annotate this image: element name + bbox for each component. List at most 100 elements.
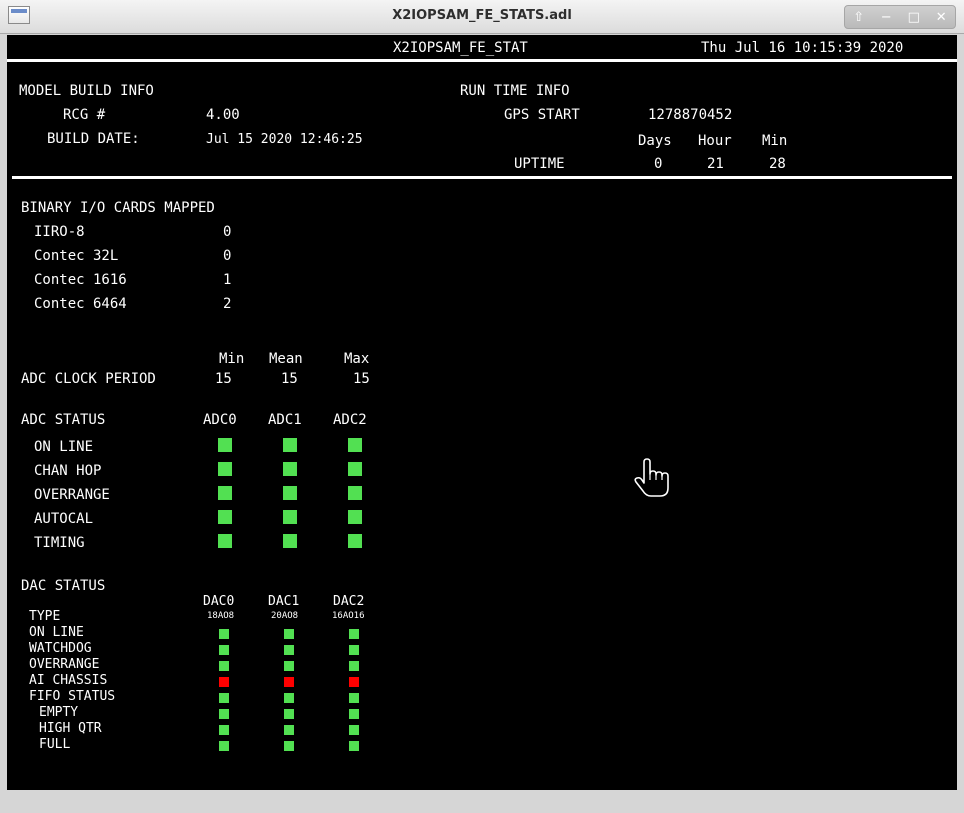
adc-status-led xyxy=(348,510,362,524)
dac-status-led xyxy=(349,645,359,655)
build-date-value: Jul 15 2020 12:46:25 xyxy=(206,132,363,147)
hand-pointer-icon xyxy=(632,458,670,502)
adc-status-led xyxy=(283,462,297,476)
dac-row-label: FIFO STATUS xyxy=(29,689,116,704)
dac-type-label: TYPE xyxy=(29,609,61,624)
adc-status-led xyxy=(348,438,362,452)
dac-status-led xyxy=(284,645,294,655)
adc-row-label: ON LINE xyxy=(34,439,94,455)
adc-clock-mean-header: Mean xyxy=(269,351,303,367)
dac-status-led xyxy=(349,741,359,751)
card-label: Contec 1616 xyxy=(34,272,127,288)
dac-column-header: DAC0 xyxy=(203,594,235,609)
adc-status-led xyxy=(218,510,232,524)
uptime-mins-value: 28 xyxy=(769,156,786,172)
build-info-heading: MODEL BUILD INFO xyxy=(19,83,154,99)
uptime-hour-header: Hour xyxy=(698,133,732,149)
dac-status-led xyxy=(349,709,359,719)
minimize-button[interactable]: − xyxy=(875,10,897,25)
rcg-label: RCG # xyxy=(63,107,106,123)
adc-status-led xyxy=(283,510,297,524)
card-label: Contec 32L xyxy=(34,248,119,264)
adc-clock-max: 15 xyxy=(353,371,370,387)
card-value: 2 xyxy=(223,296,232,312)
adc-row-label: OVERRANGE xyxy=(34,487,110,503)
dac-status-heading: DAC STATUS xyxy=(21,578,106,594)
dac-status-led xyxy=(284,709,294,719)
adc-status-heading: ADC STATUS xyxy=(21,412,106,428)
dac-status-led xyxy=(219,725,229,735)
adc-status-led xyxy=(218,534,232,548)
dac-status-led xyxy=(284,693,294,703)
dac-row-label: OVERRANGE xyxy=(29,657,100,672)
screen-datetime: Thu Jul 16 10:15:39 2020 xyxy=(701,40,904,56)
adc-status-led xyxy=(348,534,362,548)
window-controls: ⇧ − □ ✕ xyxy=(844,5,956,29)
close-button[interactable]: ✕ xyxy=(930,10,952,25)
dac-status-led xyxy=(284,661,294,671)
dac-status-led xyxy=(219,661,229,671)
rcg-value: 4.00 xyxy=(206,107,240,123)
dac-type-value: 20AO8 xyxy=(271,611,299,621)
dac-column-header: DAC2 xyxy=(333,594,365,609)
dac-status-led xyxy=(349,725,359,735)
dac-status-led xyxy=(284,677,294,687)
dac-type-value: 16AO16 xyxy=(332,611,365,621)
uptime-days-value: 0 xyxy=(654,156,663,172)
adc-status-led xyxy=(218,438,232,452)
medm-display: X2IOPSAM_FE_STAT Thu Jul 16 10:15:39 202… xyxy=(7,35,957,790)
adc-status-led xyxy=(283,486,297,500)
adc-row-label: AUTOCAL xyxy=(34,511,94,527)
card-label: IIRO-8 xyxy=(34,224,85,240)
adc-status-led xyxy=(218,486,232,500)
adc-clock-max-header: Max xyxy=(344,351,370,367)
dac-status-led xyxy=(284,629,294,639)
gps-start-label: GPS START xyxy=(504,107,580,123)
build-date-label: BUILD DATE: xyxy=(47,131,140,147)
dac-row-label: WATCHDOG xyxy=(29,641,92,656)
uptime-hours-value: 21 xyxy=(707,156,724,172)
dac-status-led xyxy=(219,645,229,655)
dac-status-led xyxy=(284,725,294,735)
card-value: 0 xyxy=(223,224,232,240)
uptime-min-header: Min xyxy=(762,133,788,149)
dac-status-led xyxy=(219,741,229,751)
section-divider xyxy=(12,176,952,179)
dac-status-led xyxy=(219,709,229,719)
dac-status-led xyxy=(219,677,229,687)
window-bottom-border xyxy=(0,790,964,813)
uptime-days-header: Days xyxy=(638,133,672,149)
adc-status-led xyxy=(283,438,297,452)
dac-row-label: HIGH QTR xyxy=(39,721,102,736)
dac-status-led xyxy=(219,693,229,703)
card-value: 1 xyxy=(223,272,232,288)
dac-type-value: 18AO8 xyxy=(207,611,235,621)
dac-row-label: FULL xyxy=(39,737,71,752)
adc-row-label: TIMING xyxy=(34,535,85,551)
uptime-label: UPTIME xyxy=(514,156,565,172)
screen-name: X2IOPSAM_FE_STAT xyxy=(393,40,528,56)
dac-status-led xyxy=(284,741,294,751)
adc-clock-min-header: Min xyxy=(219,351,245,367)
maximize-button[interactable]: □ xyxy=(903,10,925,25)
adc-column-header: ADC0 xyxy=(203,412,237,428)
adc-clock-mean: 15 xyxy=(281,371,298,387)
adc-column-header: ADC1 xyxy=(268,412,302,428)
dac-status-led xyxy=(349,661,359,671)
dac-row-label: EMPTY xyxy=(39,705,79,720)
gps-start-value: 1278870452 xyxy=(648,107,733,123)
adc-status-led xyxy=(218,462,232,476)
adc-clock-label: ADC CLOCK PERIOD xyxy=(21,371,156,387)
card-value: 0 xyxy=(223,248,232,264)
dac-status-led xyxy=(349,677,359,687)
window-titlebar[interactable]: X2IOPSAM_FE_STATS.adl ⇧ − □ ✕ xyxy=(0,0,964,34)
adc-status-led xyxy=(348,462,362,476)
adc-status-led xyxy=(283,534,297,548)
runtime-heading: RUN TIME INFO xyxy=(460,83,570,99)
shade-button[interactable]: ⇧ xyxy=(848,10,870,25)
adc-status-led xyxy=(348,486,362,500)
dac-row-label: ON LINE xyxy=(29,625,84,640)
card-label: Contec 6464 xyxy=(34,296,127,312)
adc-row-label: CHAN HOP xyxy=(34,463,102,479)
dac-status-led xyxy=(349,629,359,639)
